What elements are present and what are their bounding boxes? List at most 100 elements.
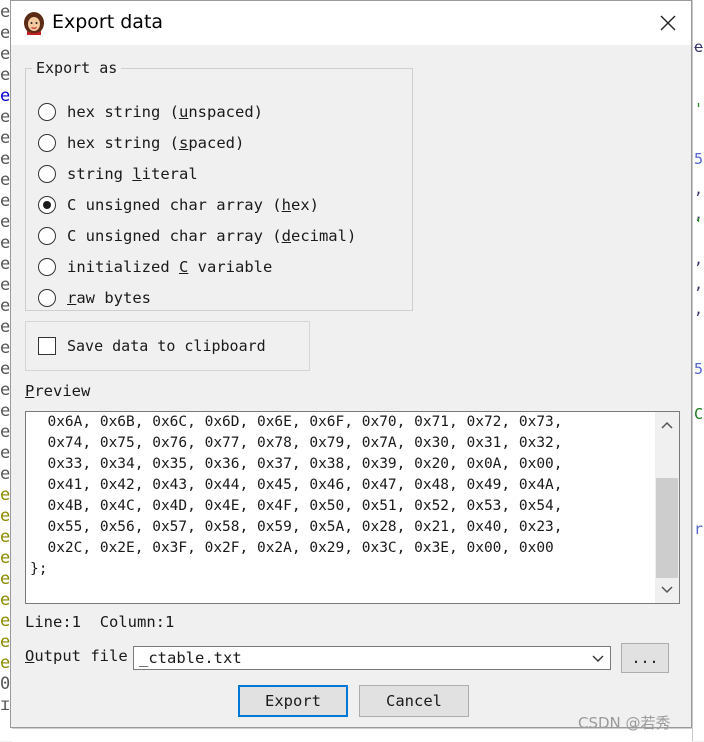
background-code-char: e xyxy=(0,380,11,400)
save-to-clipboard-label: Save data to clipboard xyxy=(67,337,266,355)
export-option-3[interactable]: C unsigned char array (hex) xyxy=(38,194,319,216)
close-icon xyxy=(660,15,676,31)
preview-label: Preview xyxy=(25,382,91,400)
background-code-char: e xyxy=(0,527,11,547)
export-option-label: raw bytes xyxy=(67,289,151,307)
background-code-char: e xyxy=(0,233,11,253)
background-code-char: , xyxy=(694,300,704,318)
preview-line: 0x55, 0x56, 0x57, 0x58, 0x59, 0x5A, 0x28… xyxy=(30,519,563,535)
app-logo-icon xyxy=(24,12,44,35)
radio-button[interactable] xyxy=(38,196,56,214)
background-code-char: e xyxy=(0,128,11,148)
background-code-char: e xyxy=(694,38,704,56)
preview-line: 0x33, 0x34, 0x35, 0x36, 0x37, 0x38, 0x39… xyxy=(30,456,563,472)
background-code-char: e xyxy=(0,443,11,463)
export-option-0[interactable]: hex string (unspaced) xyxy=(38,101,263,123)
export-option-1[interactable]: hex string (spaced) xyxy=(38,132,244,154)
background-code-char: 0 xyxy=(0,674,11,694)
radio-button[interactable] xyxy=(38,289,56,307)
export-option-label: C unsigned char array (hex) xyxy=(67,196,319,214)
checkbox-box[interactable] xyxy=(38,337,56,355)
preview-line: }; xyxy=(30,561,48,577)
background-code-char: C xyxy=(694,405,704,423)
background-code-char: e xyxy=(0,506,11,526)
export-option-label: hex string (spaced) xyxy=(67,134,245,152)
dialog-title: Export data xyxy=(52,11,164,33)
radio-button[interactable] xyxy=(38,134,56,152)
background-code-char: ' xyxy=(694,215,704,233)
background-code-char: ɪ xyxy=(0,695,11,715)
background-code-char: e xyxy=(0,191,11,211)
background-code-char: e xyxy=(0,275,11,295)
preview-line: 0x6A, 0x6B, 0x6C, 0x6D, 0x6E, 0x6F, 0x70… xyxy=(30,414,563,430)
background-code-char: e xyxy=(0,611,11,631)
radio-button[interactable] xyxy=(38,258,56,276)
export-option-6[interactable]: raw bytes xyxy=(38,287,151,309)
clipboard-group: Save data to clipboard xyxy=(25,321,310,371)
chevron-up-icon xyxy=(661,421,673,429)
background-code-char: , xyxy=(694,180,704,198)
background-code-char: , xyxy=(694,275,704,293)
export-option-label: C unsigned char array (decimal) xyxy=(67,227,357,245)
preview-line: 0x2C, 0x2E, 0x3F, 0x2F, 0x2A, 0x29, 0x3C… xyxy=(30,540,554,556)
background-code-char: e xyxy=(0,23,11,43)
background-code-char: e xyxy=(0,422,11,442)
export-as-group: Export as hex string (unspaced) hex strin… xyxy=(25,59,413,311)
chevron-down-icon xyxy=(661,586,673,594)
background-code-char: e xyxy=(0,2,11,22)
export-option-4[interactable]: C unsigned char array (decimal) xyxy=(38,225,356,247)
background-code-char: e xyxy=(0,338,11,358)
cancel-button[interactable]: Cancel xyxy=(359,685,469,717)
radio-button[interactable] xyxy=(38,103,56,121)
output-file-label: Output file xyxy=(25,647,128,665)
background-code-char: e xyxy=(0,590,11,610)
export-option-label: hex string (unspaced) xyxy=(67,103,263,121)
scroll-down-button[interactable] xyxy=(655,579,679,601)
export-option-2[interactable]: string literal xyxy=(38,163,198,185)
scroll-up-button[interactable] xyxy=(655,414,679,436)
chevron-down-icon[interactable] xyxy=(590,650,606,666)
output-file-value: _ctable.txt xyxy=(139,649,242,667)
background-code-char: e xyxy=(0,359,11,379)
background-code-char: e xyxy=(0,212,11,232)
export-button[interactable]: Export xyxy=(238,685,348,717)
background-editor-right: _ e ' 5,, ',,, 5 Cr xyxy=(692,0,704,741)
background-code-char: e xyxy=(0,632,11,652)
close-button[interactable] xyxy=(651,7,685,39)
background-code-char: e xyxy=(0,464,11,484)
export-option-5[interactable]: initialized C variable xyxy=(38,256,272,278)
export-as-legend: Export as xyxy=(36,59,118,77)
watermark: CSDN @若秀 xyxy=(578,714,671,732)
background-code-char: e xyxy=(0,65,11,85)
export-option-label: initialized C variable xyxy=(67,258,273,276)
background-code-char: e xyxy=(0,401,11,421)
background-code-char: r xyxy=(694,520,704,538)
background-code-char: e xyxy=(0,44,11,64)
output-file-combobox[interactable]: _ctable.txt xyxy=(133,646,611,670)
background-code-char: e xyxy=(0,317,11,337)
title-bar[interactable]: Export data xyxy=(11,1,691,45)
background-code-char: ' xyxy=(694,100,704,118)
scrollbar-thumb[interactable] xyxy=(656,478,678,578)
preview-text-area[interactable]: 0x6A, 0x6B, 0x6C, 0x6D, 0x6E, 0x6F, 0x70… xyxy=(25,411,680,604)
browse-button[interactable]: ... xyxy=(621,643,669,673)
background-code-char: e xyxy=(0,548,11,568)
background-code-char: e xyxy=(0,107,11,127)
preview-scrollbar[interactable] xyxy=(655,412,679,603)
radio-button[interactable] xyxy=(38,165,56,183)
background-code-char: e xyxy=(0,86,11,106)
cursor-position-status: Line:1 Column:1 xyxy=(25,613,175,631)
save-to-clipboard-checkbox[interactable]: Save data to clipboard xyxy=(38,337,266,355)
background-code-char: e xyxy=(0,149,11,169)
preview-line: 0x74, 0x75, 0x76, 0x77, 0x78, 0x79, 0x7A… xyxy=(30,435,563,451)
preview-line: 0x41, 0x42, 0x43, 0x44, 0x45, 0x46, 0x47… xyxy=(30,477,563,493)
background-code-char: 5 xyxy=(694,360,704,378)
preview-line: 0x4B, 0x4C, 0x4D, 0x4E, 0x4F, 0x50, 0x51… xyxy=(30,498,563,514)
background-code-char: e xyxy=(0,485,11,505)
background-code-char: e xyxy=(0,569,11,589)
export-data-dialog: Export data Export as hex string (unspac… xyxy=(10,0,692,728)
radio-button[interactable] xyxy=(38,227,56,245)
background-code-char: e xyxy=(0,296,11,316)
background-code-char: e xyxy=(0,254,11,274)
background-code-char: e xyxy=(0,653,11,673)
